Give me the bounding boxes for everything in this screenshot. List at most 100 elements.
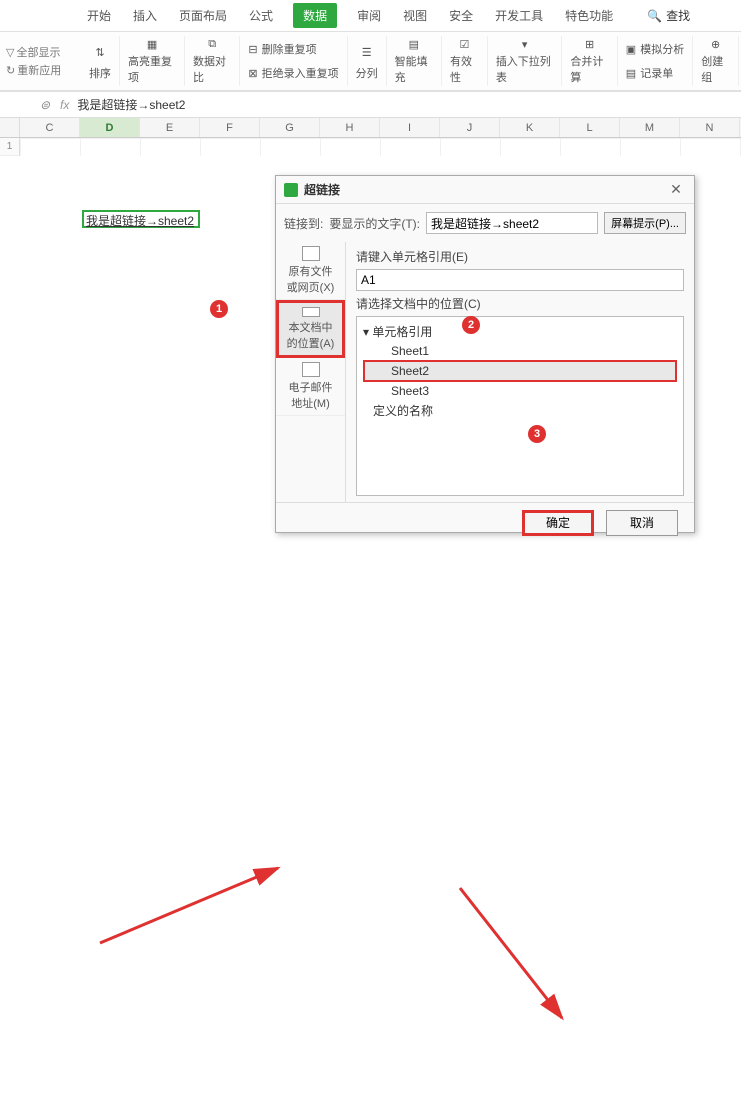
link-to-label: 链接到: (284, 215, 323, 232)
column-headers: C D E F G H I J K L M N (0, 118, 741, 138)
tree-cellref-root[interactable]: ▾ 单元格引用 (363, 321, 677, 342)
dialog-top-row: 链接到: 要显示的文字(T): 屏幕提示(P)... (276, 204, 694, 242)
col-h[interactable]: H (320, 118, 380, 137)
tab-security[interactable]: 安全 (447, 3, 475, 28)
fx-label[interactable]: fx (60, 98, 69, 112)
tab-view[interactable]: 视图 (401, 3, 429, 28)
validity-group[interactable]: ☑ 有效性 (442, 36, 488, 86)
highlight-dup-group[interactable]: ▦ 高亮重复项 (120, 36, 185, 86)
col-c[interactable]: C (20, 118, 80, 137)
tab-dev[interactable]: 开发工具 (493, 3, 545, 28)
tree-sheet3[interactable]: Sheet3 (363, 382, 677, 400)
smartfill-group[interactable]: ▤ 智能填充 (387, 36, 442, 86)
menubar: 开始 插入 页面布局 公式 数据 审阅 视图 安全 开发工具 特色功能 🔍 查找 (0, 0, 741, 32)
record-icon: ▤ (626, 67, 636, 80)
fx-prefix: ⊜ (0, 98, 56, 112)
merge-icon: ⊞ (579, 38, 601, 51)
row-headers: 1 (0, 138, 20, 156)
tree-sheet1[interactable]: Sheet1 (363, 342, 677, 360)
tab-formula[interactable]: 公式 (247, 3, 275, 28)
tab-layout[interactable]: 页面布局 (177, 3, 229, 28)
hyperlink-dialog: 超链接 ✕ 链接到: 要显示的文字(T): 屏幕提示(P)... 原有文件 或网… (275, 175, 695, 533)
app-icon (284, 183, 298, 197)
dialog-titlebar[interactable]: 超链接 ✕ (276, 176, 694, 204)
col-g[interactable]: G (260, 118, 320, 137)
data-compare-group[interactable]: ⧉ 数据对比 (185, 36, 240, 86)
highlight-icon: ▦ (141, 38, 163, 51)
col-d[interactable]: D (80, 118, 140, 137)
ok-button[interactable]: 确定 (522, 510, 594, 536)
tab-data[interactable]: 数据 (293, 3, 337, 28)
cellref-label: 请键入单元格引用(E) (356, 248, 684, 265)
dialog-buttons: 确定 取消 (276, 502, 694, 542)
ribbon: ▽全部显示 ↻重新应用 ⇅ 排序 ▦ 高亮重复项 ⧉ 数据对比 ⊟删除重复项 ⊠… (0, 32, 741, 92)
merge-group[interactable]: ⊞ 合并计算 (562, 36, 617, 86)
sim-stack: ▣模拟分析 ▤记录单 (618, 36, 693, 86)
split-icon: ☰ (356, 41, 378, 63)
simulate[interactable]: ▣模拟分析 (626, 41, 684, 57)
tree-sheet2[interactable]: Sheet2 (363, 360, 677, 382)
col-e[interactable]: E (140, 118, 200, 137)
tree-names-root[interactable]: 定义的名称 (363, 400, 677, 421)
sidebar-existing-file[interactable]: 原有文件 或网页(X) (276, 242, 345, 300)
dialog-main: 请键入单元格引用(E) 请选择文档中的位置(C) ▾ 单元格引用 Sheet1 … (346, 242, 694, 502)
col-m[interactable]: M (620, 118, 680, 137)
dialog-title: 超链接 (304, 181, 666, 198)
col-i[interactable]: I (380, 118, 440, 137)
reject-dup[interactable]: ⊠拒绝录入重复项 (248, 65, 338, 81)
reject-dup-icon: ⊠ (248, 67, 257, 80)
formula-value[interactable]: 我是超链接→sheet2 (77, 96, 185, 113)
dropdown-group[interactable]: ▾ 插入下拉列表 (488, 36, 563, 86)
sort-icon: ⇅ (89, 41, 111, 63)
search-button[interactable]: 🔍 查找 (647, 7, 690, 24)
sidebar-this-document[interactable]: 本文档中 的位置(A) (276, 300, 345, 358)
marker-1: 1 (210, 300, 228, 318)
formula-bar: ⊜ fx 我是超链接→sheet2 (0, 92, 741, 118)
col-j[interactable]: J (440, 118, 500, 137)
close-icon[interactable]: ✕ (666, 181, 686, 198)
smartfill-icon: ▤ (403, 38, 425, 51)
compare-icon: ⧉ (201, 38, 223, 51)
sim-icon: ▣ (626, 43, 636, 56)
show-all[interactable]: ▽全部显示 (6, 44, 81, 60)
tab-home[interactable]: 开始 (85, 3, 113, 28)
col-f[interactable]: F (200, 118, 260, 137)
col-k[interactable]: K (500, 118, 560, 137)
sidebar-email[interactable]: 电子邮件 地址(M) (276, 358, 345, 416)
tab-review[interactable]: 审阅 (355, 3, 383, 28)
validity-icon: ☑ (453, 38, 475, 51)
remove-dup[interactable]: ⊟删除重复项 (248, 41, 338, 57)
col-l[interactable]: L (560, 118, 620, 137)
tooltip-button[interactable]: 屏幕提示(P)... (604, 212, 686, 234)
group-group[interactable]: ⊕ 创建组 (693, 36, 739, 86)
display-text-label: 要显示的文字(T): (329, 215, 420, 232)
tab-special[interactable]: 特色功能 (563, 3, 615, 28)
annotation-arrows (0, 548, 741, 1096)
duplicate-stack: ⊟删除重复项 ⊠拒绝录入重复项 (240, 36, 347, 86)
marker-3: 3 (528, 425, 546, 443)
row-1[interactable]: 1 (0, 138, 20, 156)
search-icon: 🔍 (647, 9, 662, 23)
display-text-input[interactable] (426, 212, 598, 234)
document-icon (302, 307, 320, 317)
remove-dup-icon: ⊟ (248, 43, 257, 56)
tab-insert[interactable]: 插入 (131, 3, 159, 28)
sort-group[interactable]: ⇅ 排序 (81, 36, 120, 86)
reapply[interactable]: ↻重新应用 (6, 62, 81, 78)
cancel-button[interactable]: 取消 (606, 510, 678, 536)
select-position-label: 请选择文档中的位置(C) (356, 295, 684, 312)
funnel-icon: ▽ (6, 46, 14, 59)
cellref-input[interactable] (356, 269, 684, 291)
file-web-icon (302, 246, 320, 261)
location-tree[interactable]: ▾ 单元格引用 Sheet1 Sheet2 Sheet3 定义的名称 (356, 316, 684, 496)
split-group[interactable]: ☰ 分列 (348, 36, 387, 86)
ribbon-filter-options: ▽全部显示 ↻重新应用 (2, 36, 81, 86)
col-n[interactable]: N (680, 118, 740, 137)
email-icon (302, 362, 320, 377)
hyperlink-cell[interactable]: 我是超链接→sheet2 (82, 210, 200, 228)
marker-2: 2 (462, 316, 480, 334)
dropdown-icon: ▾ (514, 38, 536, 51)
cells-area[interactable]: /* rows drawn via CSS grid background */… (20, 138, 741, 156)
dialog-sidebar: 原有文件 或网页(X) 本文档中 的位置(A) 电子邮件 地址(M) (276, 242, 346, 502)
record-form[interactable]: ▤记录单 (626, 65, 684, 81)
